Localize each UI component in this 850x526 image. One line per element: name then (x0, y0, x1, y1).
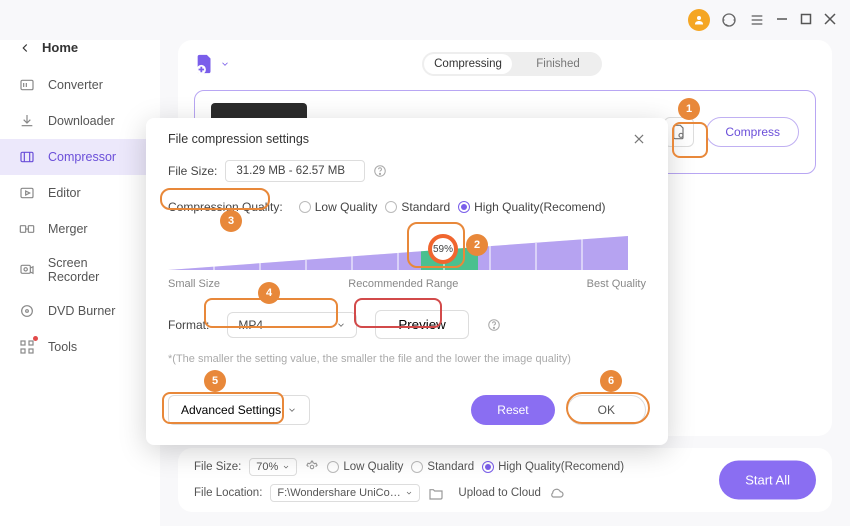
dialog-radio-low[interactable]: Low Quality (299, 200, 378, 214)
format-label: Format: (168, 318, 209, 332)
menu-icon[interactable] (748, 11, 766, 29)
compress-button[interactable]: Compress (706, 117, 799, 147)
sidebar: Home Converter Downloader Compressor Edi… (0, 40, 160, 526)
sidebar-item-downloader[interactable]: Downloader (0, 103, 160, 139)
bottom-settings-icon[interactable] (305, 460, 319, 474)
sidebar-item-tools[interactable]: Tools (0, 329, 160, 365)
add-file-button[interactable] (194, 53, 230, 75)
advanced-settings-button[interactable]: Advanced Settings (168, 395, 310, 425)
bottom-location-label: File Location: (194, 487, 262, 499)
dialog-filesize-label: File Size: (168, 164, 217, 178)
sidebar-item-editor[interactable]: Editor (0, 175, 160, 211)
dialog-title: File compression settings (168, 132, 309, 146)
bottom-filesize-label: File Size: (194, 461, 241, 473)
cloud-icon[interactable] (549, 485, 565, 501)
sidebar-item-label: Tools (48, 340, 77, 354)
sidebar-item-merger[interactable]: Merger (0, 211, 160, 247)
dialog-radio-standard[interactable]: Standard (385, 200, 450, 214)
slider-thumb[interactable]: 59% (428, 234, 458, 264)
bottom-radio-high[interactable]: High Quality(Recomend) (482, 461, 624, 473)
sidebar-item-label: Editor (48, 186, 81, 200)
editor-icon (18, 184, 36, 202)
reset-button[interactable]: Reset (471, 395, 554, 425)
dvd-icon (18, 302, 36, 320)
minimize-button[interactable] (776, 13, 790, 27)
slider-label-best: Best Quality (587, 278, 646, 290)
slider-label-recommended: Recommended Range (348, 278, 458, 290)
filesize-select[interactable]: 70% (249, 458, 297, 476)
support-icon[interactable] (720, 11, 738, 29)
help-icon[interactable] (373, 164, 387, 178)
help-icon[interactable] (487, 318, 501, 332)
sidebar-item-label: Converter (48, 78, 103, 92)
sidebar-home[interactable]: Home (0, 40, 160, 67)
upload-cloud-label: Upload to Cloud (458, 487, 540, 499)
sidebar-item-label: Screen Recorder (48, 256, 142, 284)
compression-settings-dialog: File compression settings File Size: 31.… (146, 118, 668, 445)
sidebar-item-converter[interactable]: Converter (0, 67, 160, 103)
quality-hint: *(The smaller the setting value, the sma… (168, 353, 646, 365)
start-all-button[interactable]: Start All (719, 461, 816, 500)
tab-finished[interactable]: Finished (514, 52, 602, 76)
user-avatar[interactable] (688, 9, 710, 31)
dialog-filesize-input[interactable]: 31.29 MB - 62.57 MB (225, 160, 365, 182)
status-tabs: Compressing Finished (422, 52, 602, 76)
ok-button[interactable]: OK (567, 395, 646, 425)
file-settings-button[interactable] (664, 117, 694, 147)
close-button[interactable] (824, 13, 838, 27)
file-location-select[interactable]: F:\Wondershare UniConverter 1 (270, 484, 420, 502)
compressor-icon (18, 148, 36, 166)
converter-icon (18, 76, 36, 94)
sidebar-home-label: Home (42, 40, 78, 55)
sidebar-item-label: Compressor (48, 150, 116, 164)
dialog-radio-high[interactable]: High Quality(Recomend) (458, 200, 605, 214)
dialog-close-button[interactable] (632, 132, 646, 146)
chevron-down-icon (336, 320, 346, 330)
compression-quality-label: Compression Quality: (168, 200, 283, 214)
sidebar-item-label: Merger (48, 222, 88, 236)
tab-compressing[interactable]: Compressing (424, 54, 512, 74)
tools-icon (18, 338, 36, 356)
bottom-bar: File Size: 70% Low Quality Standard High… (178, 448, 832, 512)
sidebar-item-screen-recorder[interactable]: Screen Recorder (0, 247, 160, 293)
bottom-radio-standard[interactable]: Standard (411, 461, 474, 473)
chevron-down-icon (287, 405, 297, 415)
sidebar-item-dvd-burner[interactable]: DVD Burner (0, 293, 160, 329)
maximize-button[interactable] (800, 13, 814, 27)
format-select[interactable]: MP4 (227, 312, 357, 338)
screen-recorder-icon (18, 261, 36, 279)
merger-icon (18, 220, 36, 238)
sidebar-item-compressor[interactable]: Compressor (0, 139, 160, 175)
slider-label-small: Small Size (168, 278, 220, 290)
quality-slider[interactable]: 59% Small Size Recommended Range Best Qu… (168, 228, 646, 288)
download-icon (18, 112, 36, 130)
bottom-radio-low[interactable]: Low Quality (327, 461, 403, 473)
chevron-down-icon (220, 59, 230, 69)
sidebar-item-label: Downloader (48, 114, 115, 128)
open-folder-icon[interactable] (428, 485, 444, 501)
preview-button[interactable]: Preview (375, 310, 468, 339)
sidebar-item-label: DVD Burner (48, 304, 115, 318)
